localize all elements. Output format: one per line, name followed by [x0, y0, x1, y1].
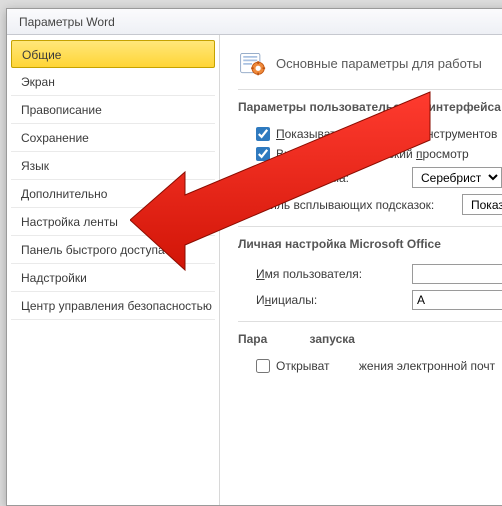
sidebar-item-label: Язык: [21, 159, 49, 173]
sidebar-item-trust-center[interactable]: Центр управления безопасностью: [11, 292, 215, 320]
section-office-personalize: Личная настройка Microsoft Office Имя по…: [238, 226, 502, 321]
initials-input[interactable]: [412, 290, 502, 310]
sidebar-item-customize-ribbon[interactable]: Настройка ленты: [11, 208, 215, 236]
section-startup: Параметры запускаПараметры запуска Откры…: [238, 321, 502, 384]
main-panel: Основные параметры для работы Параметры …: [220, 35, 502, 505]
sidebar-item-qat[interactable]: Панель быстрого доступа: [11, 236, 215, 264]
screentip-style-label: Стиль всплывающих подсказок:Стиль всплыв…: [256, 198, 456, 212]
category-sidebar: Общие Экран Правописание Сохранение Язык…: [7, 35, 220, 505]
sidebar-item-proofing[interactable]: Правописание: [11, 96, 215, 124]
window-title: Параметры Word: [19, 15, 115, 29]
live-preview-checkbox[interactable]: [256, 147, 270, 161]
page-heading: Основные параметры для работы: [276, 56, 482, 71]
section-title: Личная настройка Microsoft Office: [238, 237, 502, 251]
color-scheme-combo[interactable]: Серебристая: [412, 167, 502, 188]
sidebar-item-label: Настройка ленты: [21, 215, 118, 229]
username-input[interactable]: [412, 264, 502, 284]
sidebar-item-label: Сохранение: [21, 131, 89, 145]
sidebar-item-addins[interactable]: Надстройки: [11, 264, 215, 292]
sidebar-item-label: Панель быстрого доступа: [21, 243, 165, 257]
titlebar: Параметры Word: [7, 9, 502, 35]
sidebar-item-label: Центр управления безопасностью: [21, 299, 212, 313]
sidebar-item-language[interactable]: Язык: [11, 152, 215, 180]
section-title: Параметры запускаПараметры запуска: [238, 332, 502, 346]
open-email-attachments-checkbox[interactable]: [256, 359, 270, 373]
color-scheme-label: Цветовая схема:Цветовая схема:: [256, 171, 406, 185]
open-email-attachments-label: Открывать вложения электронной почтОткры…: [276, 359, 495, 373]
sidebar-item-label: Надстройки: [21, 271, 87, 285]
sidebar-item-display[interactable]: Экран: [11, 68, 215, 96]
options-dialog: Параметры Word Общие Экран Правописание …: [6, 8, 502, 506]
section-title: Параметры пользовательского интерфейса: [238, 100, 502, 114]
section-ui-params: Параметры пользовательского интерфейса П…: [238, 89, 502, 226]
sidebar-item-advanced[interactable]: Дополнительно: [11, 180, 215, 208]
live-preview-label: Включить динамический просмотрВключить д…: [276, 147, 469, 161]
sidebar-item-general[interactable]: Общие: [11, 40, 215, 68]
show-mini-toolbar-checkbox[interactable]: [256, 127, 270, 141]
sidebar-item-label: Правописание: [21, 103, 102, 117]
sidebar-item-label: Дополнительно: [21, 187, 107, 201]
show-mini-toolbar-label: ППоказывать мини-панель инструментовоказ…: [276, 127, 497, 141]
initials-label: Инициалы:Инициалы:: [256, 293, 406, 307]
general-options-icon: [238, 49, 266, 77]
sidebar-item-save[interactable]: Сохранение: [11, 124, 215, 152]
sidebar-item-label: Экран: [21, 75, 55, 89]
screentip-style-combo[interactable]: Показывать: [462, 194, 502, 215]
sidebar-item-label: Общие: [22, 48, 61, 62]
username-label: Имя пользователя:Имя пользователя:: [256, 267, 406, 281]
